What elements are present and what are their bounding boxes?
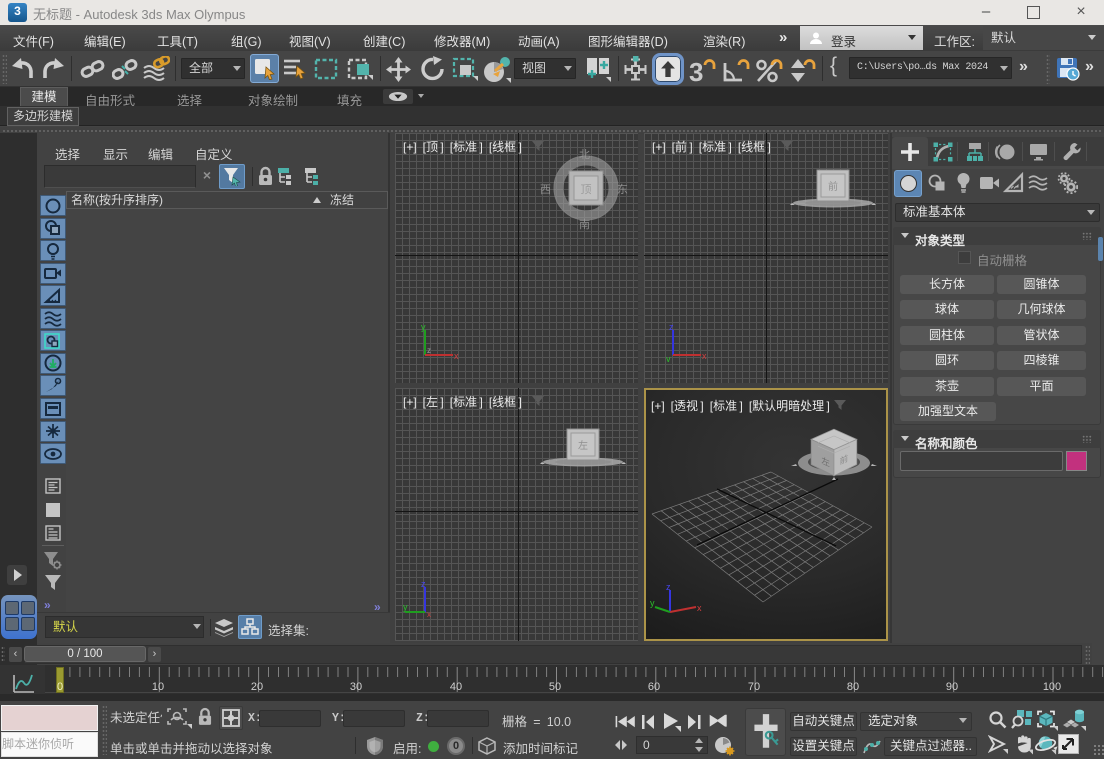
svg-text:y: y — [650, 598, 655, 608]
svg-text:左: 左 — [578, 439, 588, 452]
svg-text:z: z — [669, 322, 674, 332]
svg-text:3: 3 — [689, 57, 703, 83]
svg-text:z: z — [421, 579, 426, 589]
svg-text:z: z — [427, 346, 431, 355]
svg-text:前: 前 — [828, 180, 838, 193]
svg-text:x: x — [702, 351, 707, 361]
svg-text:顶: 顶 — [581, 183, 592, 196]
svg-text:z: z — [666, 582, 671, 592]
svg-text:y: y — [403, 602, 408, 612]
svg-text:x: x — [697, 603, 702, 613]
svg-text:x: x — [427, 610, 431, 619]
svg-text:x: x — [454, 351, 459, 361]
svg-text:y: y — [666, 354, 671, 362]
svg-text:y: y — [421, 322, 426, 332]
